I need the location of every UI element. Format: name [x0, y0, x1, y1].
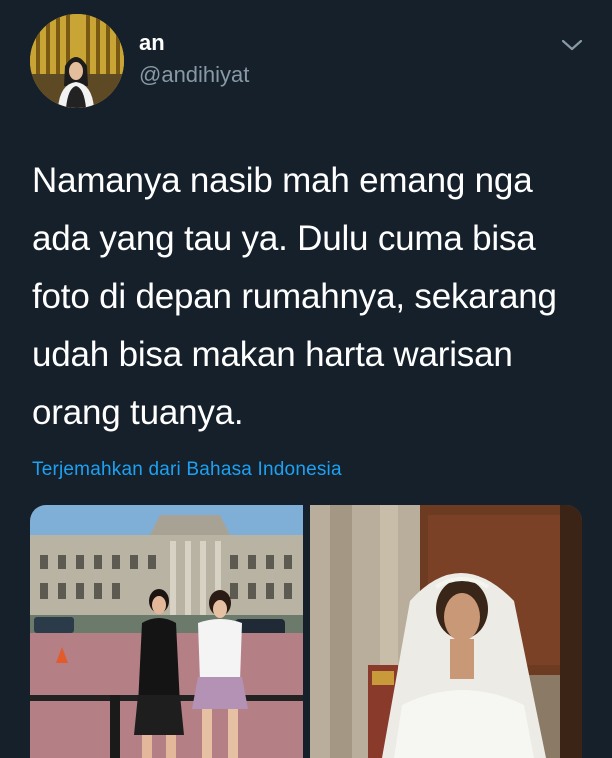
- palace-photo-image: [30, 505, 303, 758]
- avatar[interactable]: [30, 14, 124, 108]
- photo-palace[interactable]: [30, 505, 303, 758]
- chevron-down-icon[interactable]: [560, 36, 584, 54]
- media-grid[interactable]: [30, 505, 582, 758]
- tweet-text: Namanya nasib mah emang nga ada yang tau…: [32, 161, 557, 432]
- wedding-photo-image: [310, 505, 582, 758]
- translate-link[interactable]: Terjemahkan dari Bahasa Indonesia: [32, 459, 342, 481]
- author-name[interactable]: an: [139, 30, 165, 56]
- photo-wedding[interactable]: [310, 505, 582, 758]
- author-handle[interactable]: @andihiyat: [139, 62, 249, 88]
- avatar-image: [30, 14, 124, 108]
- tweet-card: an @andihiyat Namanya nasib mah emang ng…: [0, 0, 612, 758]
